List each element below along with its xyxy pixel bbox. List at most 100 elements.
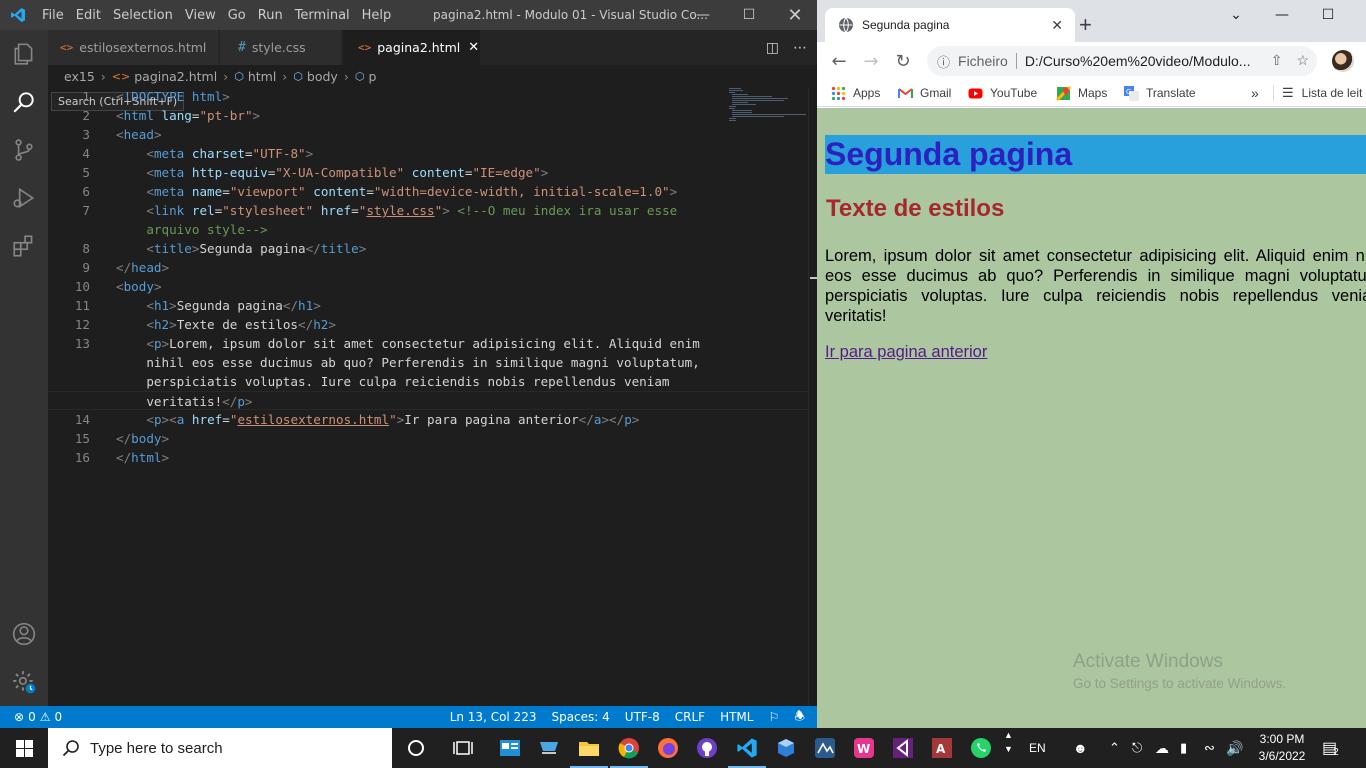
mysql-workbench-icon[interactable] xyxy=(811,734,839,762)
code-line[interactable]: 5 <meta http-equiv="X-UA-Compatible" con… xyxy=(48,163,808,182)
reload-icon[interactable]: ↻ xyxy=(892,50,914,72)
code-line[interactable]: 13 <p>Lorem, ipsum dolor sit amet consec… xyxy=(48,334,808,353)
code-line[interactable]: 7 <link rel="stylesheet" href="style.css… xyxy=(48,201,808,220)
code-line[interactable]: 2 <html lang="pt-br"> xyxy=(48,106,808,125)
menu-view[interactable]: View xyxy=(185,8,225,23)
editor-scrollbar[interactable] xyxy=(808,87,817,706)
address-bar[interactable]: ⓘ Ficheiro D:/Curso%20em%20video/Modulo.… xyxy=(927,46,1317,76)
run-debug-icon[interactable] xyxy=(0,174,48,222)
code-line[interactable]: 16 </html> xyxy=(48,448,808,467)
minimize-button[interactable]: — xyxy=(1259,0,1305,30)
language-mode[interactable]: HTML xyxy=(720,710,753,724)
maximize-button[interactable]: ☐ xyxy=(1305,0,1351,30)
wamp-icon[interactable]: W xyxy=(850,734,878,762)
tab-search-chevron-icon[interactable]: ⌄ xyxy=(1213,0,1259,30)
problems-indicator[interactable]: ⊗ 0 ⚠ 0 xyxy=(14,706,62,728)
code-line[interactable]: veritatis!</p> xyxy=(48,391,808,410)
show-hidden-icons-chevron-icon[interactable]: ⌃ xyxy=(1109,728,1120,768)
bookmark-star-icon[interactable]: ☆ xyxy=(1296,52,1309,69)
onedrive-cloud-icon[interactable]: ☁ xyxy=(1155,728,1169,768)
indentation[interactable]: Spaces: 4 xyxy=(551,710,609,724)
minimize-button[interactable]: — xyxy=(680,0,726,30)
close-tab-icon[interactable]: ✕ xyxy=(1051,17,1063,34)
code-line[interactable]: arquivo style--> xyxy=(48,220,808,239)
menu-run[interactable]: Run xyxy=(258,8,292,23)
menu-edit[interactable]: Edit xyxy=(76,8,110,23)
accounts-icon[interactable] xyxy=(0,610,48,658)
back-arrow-icon[interactable]: ← xyxy=(828,50,850,72)
minimap[interactable] xyxy=(727,87,807,127)
explorer-icon[interactable] xyxy=(0,30,48,78)
code-line[interactable]: 8 <title>Segunda pagina</title> xyxy=(48,239,808,258)
access-icon[interactable]: A xyxy=(928,734,956,762)
action-center-icon[interactable]: ▤ 2 xyxy=(1322,728,1339,768)
input-language[interactable]: EN xyxy=(1029,728,1046,768)
code-line[interactable]: 14 <p><a href="estilosexternos.html">Ir … xyxy=(48,410,808,429)
close-button[interactable]: ✕ xyxy=(772,0,818,30)
code-line[interactable]: 11 <h1>Segunda pagina</h1> xyxy=(48,296,808,315)
code-editor[interactable]: 1 <!DOCTYPE html> 2 <html lang="pt-br"> 3 <he… xyxy=(48,87,817,706)
bookmark-youtube[interactable]: YouTube xyxy=(968,80,1037,106)
start-button[interactable] xyxy=(0,728,48,768)
more-bookmarks-icon[interactable]: » xyxy=(1251,80,1259,106)
menu-help[interactable]: Help xyxy=(362,8,401,23)
bookmark-maps[interactable]: Maps xyxy=(1056,80,1107,106)
cursor-position[interactable]: Ln 13, Col 223 xyxy=(450,710,537,724)
line-ending[interactable]: CRLF xyxy=(675,710,705,724)
menu-selection[interactable]: Selection xyxy=(113,8,182,23)
code-line[interactable]: 6 <meta name="viewport" content="width=d… xyxy=(48,182,808,201)
info-icon[interactable]: ⓘ xyxy=(937,52,950,71)
news-app-icon[interactable] xyxy=(496,734,524,762)
vscode-taskbar-icon[interactable] xyxy=(733,734,761,762)
notifications-bell-icon[interactable]: 🕭 xyxy=(794,707,805,728)
more-actions-icon[interactable]: ⋯ xyxy=(793,40,807,56)
code-line[interactable]: 10 <body> xyxy=(48,277,808,296)
encoding[interactable]: UTF-8 xyxy=(625,710,660,724)
tab-estilosexternos[interactable]: <> estilosexternos.html xyxy=(48,30,219,65)
taskbar-scroll-arrows[interactable]: ▲ ▼ xyxy=(1004,728,1013,768)
feedback-icon[interactable]: ⚐ xyxy=(768,710,779,724)
code-line[interactable]: 9 </head> xyxy=(48,258,808,277)
share-icon[interactable]: ⇧ xyxy=(1271,52,1283,69)
reading-list[interactable]: ☰ Lista de leit xyxy=(1282,80,1362,106)
breadcrumb-html[interactable]: html xyxy=(248,69,276,84)
browser-tab[interactable]: Segunda pagina ✕ xyxy=(825,8,1075,42)
split-editor-icon[interactable]: ◫ xyxy=(766,40,779,56)
code-line[interactable]: perspiciatis voluptas. Iure culpa reicie… xyxy=(48,372,808,391)
extensions-icon[interactable] xyxy=(0,222,48,270)
github-desktop-icon[interactable] xyxy=(693,734,721,762)
new-tab-button[interactable]: + xyxy=(1079,12,1092,38)
taskbar-search-box[interactable]: Type here to search xyxy=(48,728,392,768)
code-line[interactable]: 15 </body> xyxy=(48,429,808,448)
source-control-icon[interactable] xyxy=(0,126,48,174)
code-line[interactable]: 12 <h2>Texte de estilos</h2> xyxy=(48,315,808,334)
previous-page-link[interactable]: Ir para pagina anterior xyxy=(825,343,987,362)
meet-now-icon[interactable]: ⎋ xyxy=(1132,728,1142,768)
volume-icon[interactable]: 🔊 xyxy=(1226,728,1243,768)
breadcrumb-folder[interactable]: ex15 xyxy=(64,69,95,84)
people-icon[interactable]: ☻ xyxy=(1073,728,1088,768)
firefox-icon[interactable] xyxy=(654,734,682,762)
tab-pagina2[interactable]: <> pagina2.html ✕ xyxy=(343,30,481,65)
breadcrumb-file[interactable]: pagina2.html xyxy=(134,69,217,84)
breadcrumb-body[interactable]: body xyxy=(307,69,338,84)
close-tab-icon[interactable]: ✕ xyxy=(468,40,479,55)
bookmark-gmail[interactable]: Gmail xyxy=(898,80,951,106)
search-icon[interactable] xyxy=(0,78,48,126)
menu-terminal[interactable]: Terminal xyxy=(295,8,359,23)
visual-studio-icon[interactable] xyxy=(889,734,917,762)
breadcrumb-p[interactable]: p xyxy=(368,69,376,84)
cortana-icon[interactable] xyxy=(402,734,430,762)
code-line[interactable]: nihil eos esse ducimus ab quo? Perferend… xyxy=(48,353,808,372)
code-line[interactable]: 4 <meta charset="UTF-8"> xyxy=(48,144,808,163)
profile-avatar[interactable] xyxy=(1332,50,1354,72)
task-view-icon[interactable] xyxy=(449,734,477,762)
this-pc-icon[interactable] xyxy=(535,734,563,762)
wifi-icon[interactable]: ∾ xyxy=(1204,728,1215,768)
code-line[interactable]: 3 <head> xyxy=(48,125,808,144)
code-line[interactable]: 1 <!DOCTYPE html> xyxy=(48,87,808,106)
file-explorer-icon[interactable] xyxy=(575,734,603,762)
chrome-taskbar-icon[interactable] xyxy=(615,734,643,762)
tab-style-css[interactable]: # style.css xyxy=(220,30,342,65)
settings-gear-icon[interactable] xyxy=(0,658,48,706)
